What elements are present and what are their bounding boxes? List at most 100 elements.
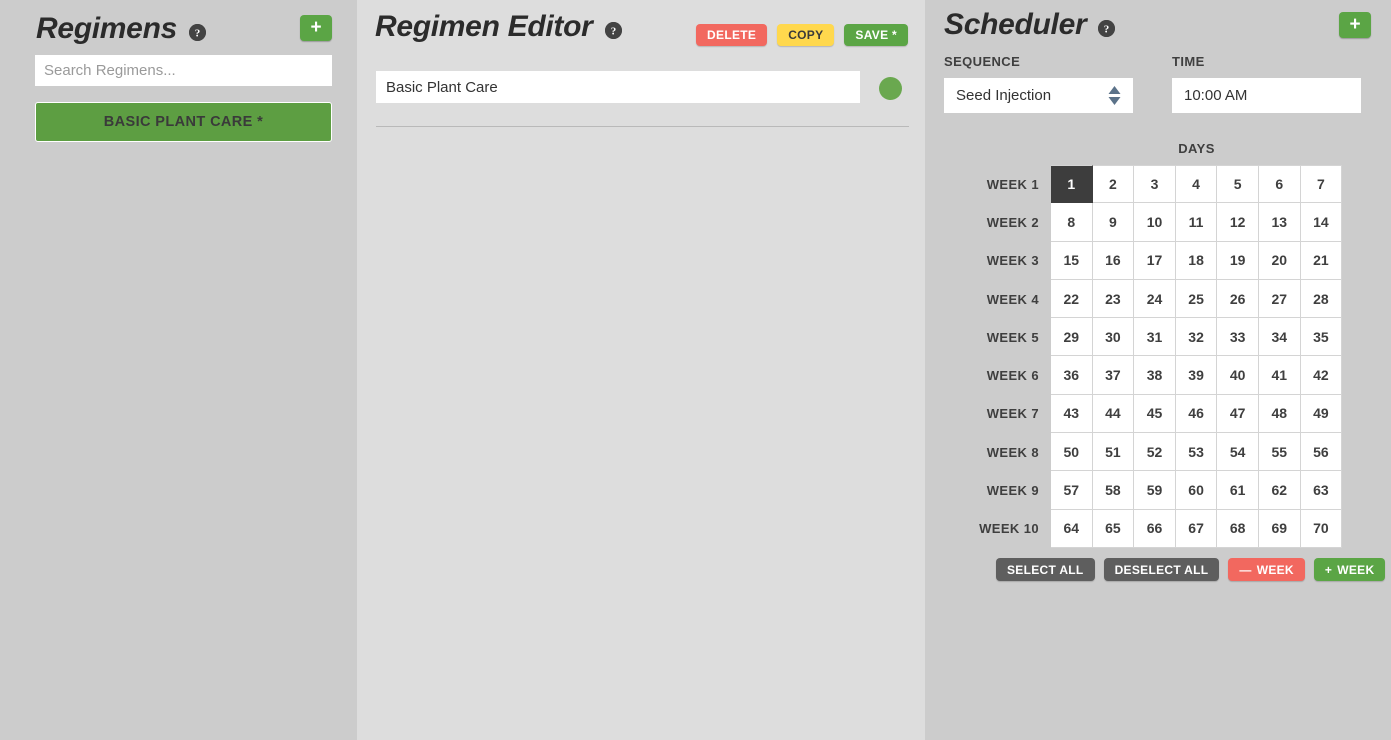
day-cell[interactable]: 28 [1301,280,1343,318]
day-cell[interactable]: 31 [1134,318,1176,356]
help-circle-icon[interactable]: ? [189,24,206,41]
day-cell[interactable]: 27 [1259,280,1301,318]
day-cell[interactable]: 21 [1301,242,1343,280]
day-cell[interactable]: 62 [1259,471,1301,509]
select-all-button[interactable]: SELECT ALL [996,558,1095,581]
day-cell[interactable]: 3 [1134,165,1176,203]
day-cell[interactable]: 51 [1093,433,1135,471]
day-cell[interactable]: 15 [1051,242,1093,280]
day-cell[interactable]: 49 [1301,395,1343,433]
day-cell[interactable]: 66 [1134,510,1176,548]
day-cell[interactable]: 44 [1093,395,1135,433]
day-cell[interactable]: 36 [1051,356,1093,394]
day-cell[interactable]: 52 [1134,433,1176,471]
sequence-selected-value: Seed Injection [956,87,1108,104]
day-cell[interactable]: 60 [1176,471,1218,509]
day-cell[interactable]: 47 [1217,395,1259,433]
day-cell[interactable]: 65 [1093,510,1135,548]
day-cell[interactable]: 69 [1259,510,1301,548]
day-cell[interactable]: 39 [1176,356,1218,394]
sequence-select[interactable]: Seed Injection [944,78,1133,113]
day-cell[interactable]: 58 [1093,471,1135,509]
day-cell[interactable]: 18 [1176,242,1218,280]
day-cell[interactable]: 14 [1301,203,1343,241]
day-cell[interactable]: 33 [1217,318,1259,356]
day-cell[interactable]: 6 [1259,165,1301,203]
calendar-week-row: WEEK 2891011121314 [944,203,1342,241]
day-cell[interactable]: 22 [1051,280,1093,318]
day-cell[interactable]: 8 [1051,203,1093,241]
day-cell[interactable]: 63 [1301,471,1343,509]
day-cell[interactable]: 53 [1176,433,1218,471]
day-cell[interactable]: 59 [1134,471,1176,509]
day-cell[interactable]: 34 [1259,318,1301,356]
regimen-item-label: BASIC PLANT CARE * [104,114,263,130]
day-cell[interactable]: 42 [1301,356,1343,394]
day-cell[interactable]: 29 [1051,318,1093,356]
week-label: WEEK 7 [944,395,1051,433]
week-label: WEEK 9 [944,471,1051,509]
day-cell[interactable]: 5 [1217,165,1259,203]
day-cell[interactable]: 12 [1217,203,1259,241]
day-cell[interactable]: 24 [1134,280,1176,318]
help-circle-icon[interactable]: ? [605,22,622,39]
day-cell[interactable]: 67 [1176,510,1218,548]
week-label: WEEK 5 [944,318,1051,356]
day-cell[interactable]: 7 [1301,165,1343,203]
day-cell[interactable]: 17 [1134,242,1176,280]
day-calendar-grid: WEEK 11234567WEEK 2891011121314WEEK 3151… [944,165,1342,548]
day-cell[interactable]: 54 [1217,433,1259,471]
day-cell[interactable]: 64 [1051,510,1093,548]
sequence-label: SEQUENCE [944,54,1020,69]
day-cell[interactable]: 13 [1259,203,1301,241]
day-cell[interactable]: 45 [1134,395,1176,433]
calendar-week-row: WEEK 11234567 [944,165,1342,203]
day-cell[interactable]: 46 [1176,395,1218,433]
status-indicator-dot [879,77,902,100]
day-cell[interactable]: 25 [1176,280,1218,318]
day-cell[interactable]: 20 [1259,242,1301,280]
copy-button[interactable]: COPY [777,24,834,46]
day-cell[interactable]: 37 [1093,356,1135,394]
day-cell[interactable]: 1 [1051,165,1093,203]
day-cell[interactable]: 16 [1093,242,1135,280]
day-cell[interactable]: 68 [1217,510,1259,548]
day-cell[interactable]: 19 [1217,242,1259,280]
day-cell[interactable]: 26 [1217,280,1259,318]
day-cell[interactable]: 4 [1176,165,1218,203]
day-cell[interactable]: 56 [1301,433,1343,471]
save-button[interactable]: SAVE * [844,24,908,46]
day-cell[interactable]: 55 [1259,433,1301,471]
search-input[interactable] [35,55,332,86]
day-cell[interactable]: 41 [1259,356,1301,394]
day-cell[interactable]: 10 [1134,203,1176,241]
add-week-button[interactable]: + WEEK [1314,558,1386,581]
add-regimen-button[interactable]: + [300,15,332,41]
day-cell[interactable]: 23 [1093,280,1135,318]
day-cell[interactable]: 61 [1217,471,1259,509]
day-cell[interactable]: 50 [1051,433,1093,471]
add-schedule-button[interactable]: + [1339,12,1371,38]
day-cell[interactable]: 57 [1051,471,1093,509]
time-input[interactable] [1172,78,1361,113]
day-cell[interactable]: 9 [1093,203,1135,241]
regimen-list-item[interactable]: BASIC PLANT CARE * [35,102,332,142]
delete-button[interactable]: DELETE [696,24,767,46]
plus-icon: + [310,18,321,37]
day-cell[interactable]: 11 [1176,203,1218,241]
day-cell[interactable]: 48 [1259,395,1301,433]
day-cell[interactable]: 2 [1093,165,1135,203]
day-cell[interactable]: 35 [1301,318,1343,356]
help-circle-icon[interactable]: ? [1098,20,1115,37]
svg-text:?: ? [1104,23,1110,35]
plus-icon: + [1349,15,1360,34]
day-cell[interactable]: 30 [1093,318,1135,356]
deselect-all-button[interactable]: DESELECT ALL [1104,558,1220,581]
day-cell[interactable]: 70 [1301,510,1343,548]
day-cell[interactable]: 38 [1134,356,1176,394]
remove-week-button[interactable]: — WEEK [1228,558,1305,581]
day-cell[interactable]: 43 [1051,395,1093,433]
day-cell[interactable]: 40 [1217,356,1259,394]
regimen-name-input[interactable] [376,71,860,103]
day-cell[interactable]: 32 [1176,318,1218,356]
